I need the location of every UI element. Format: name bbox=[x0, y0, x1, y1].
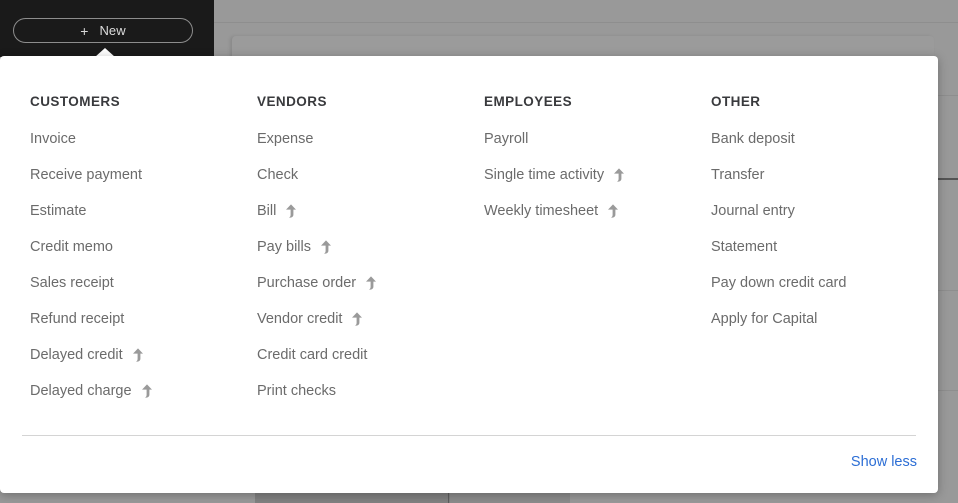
menu-item-label: Payroll bbox=[484, 131, 529, 147]
menu-item-label: Refund receipt bbox=[30, 311, 125, 327]
menu-item[interactable]: Check bbox=[257, 166, 298, 184]
menu-item-label: Receive payment bbox=[30, 167, 143, 183]
menu-item[interactable]: Journal entry bbox=[711, 202, 795, 220]
menu-item[interactable]: Receive payment bbox=[30, 166, 142, 184]
menu-item[interactable]: Refund receipt bbox=[30, 310, 124, 328]
background-band bbox=[450, 493, 570, 503]
arrow-up-icon bbox=[321, 240, 331, 254]
arrow-up-icon bbox=[132, 348, 143, 362]
menu-item[interactable]: Payroll bbox=[484, 130, 528, 148]
arrow-up-icon bbox=[614, 168, 625, 182]
menu-column-employees: EMPLOYEES Payroll Single time activity Week… bbox=[484, 94, 711, 418]
menu-item[interactable]: Bill bbox=[257, 202, 297, 220]
menu-item[interactable]: Delayed credit bbox=[30, 346, 144, 364]
menu-item-label: Sales receipt bbox=[30, 275, 114, 291]
menu-item[interactable]: Purchase order bbox=[257, 274, 377, 292]
column-heading-other: OTHER bbox=[711, 94, 761, 109]
new-button-label: New bbox=[99, 23, 126, 38]
menu-item-label: Apply for Capital bbox=[711, 311, 818, 327]
arrow-up-icon bbox=[141, 384, 152, 398]
menu-item-label: Weekly timesheet bbox=[484, 203, 599, 219]
menu-item-label: Credit card credit bbox=[257, 347, 368, 363]
menu-item-label: Journal entry bbox=[711, 203, 795, 219]
menu-item-label: Transfer bbox=[711, 167, 765, 183]
menu-column-vendors: VENDORS Expense Check Bill Pay bills Purchase… bbox=[257, 94, 484, 418]
menu-item-label: Invoice bbox=[30, 131, 76, 147]
background-rule bbox=[938, 390, 958, 391]
plus-icon: + bbox=[80, 22, 89, 39]
column-heading-vendors: VENDORS bbox=[257, 94, 327, 109]
menu-item-label: Print checks bbox=[257, 383, 336, 399]
menu-item[interactable]: Transfer bbox=[711, 166, 764, 184]
menu-item-label: Pay down credit card bbox=[711, 275, 847, 291]
arrow-up-icon bbox=[286, 204, 297, 218]
arrow-up-icon bbox=[352, 312, 363, 326]
menu-item-label: Delayed credit bbox=[30, 347, 123, 363]
menu-item-label: Statement bbox=[711, 239, 778, 255]
menu-item-label: Delayed charge bbox=[30, 383, 132, 399]
background-rule bbox=[938, 178, 958, 180]
menu-item[interactable]: Invoice bbox=[30, 130, 76, 148]
menu-item[interactable]: Bank deposit bbox=[711, 130, 795, 148]
menu-columns: CUSTOMERS Invoice Receive payment Estimate C… bbox=[0, 56, 938, 418]
menu-item[interactable]: Apply for Capital bbox=[711, 310, 817, 328]
menu-item[interactable]: Delayed charge bbox=[30, 382, 153, 400]
new-button[interactable]: + New bbox=[13, 18, 193, 43]
menu-item[interactable]: Expense bbox=[257, 130, 313, 148]
menu-item[interactable]: Estimate bbox=[30, 202, 86, 220]
menu-item[interactable]: Print checks bbox=[257, 382, 336, 400]
menu-item-label: Bill bbox=[257, 203, 277, 219]
column-heading-customers: CUSTOMERS bbox=[30, 94, 121, 109]
menu-item[interactable]: Weekly timesheet bbox=[484, 202, 619, 220]
background-rule bbox=[938, 290, 958, 291]
menu-item-label: Pay bills bbox=[257, 239, 311, 255]
menu-item-label: Expense bbox=[257, 131, 314, 147]
menu-item-label: Check bbox=[257, 167, 299, 183]
menu-item-label: Credit memo bbox=[30, 239, 113, 255]
menu-item[interactable]: Pay down credit card bbox=[711, 274, 846, 292]
menu-item-label: Estimate bbox=[30, 203, 87, 219]
new-menu-panel: CUSTOMERS Invoice Receive payment Estimate C… bbox=[0, 56, 938, 493]
menu-column-customers: CUSTOMERS Invoice Receive payment Estimate C… bbox=[30, 94, 257, 418]
menu-item[interactable]: Single time activity bbox=[484, 166, 625, 184]
menu-column-other: OTHER Bank deposit Transfer Journal entry St… bbox=[711, 94, 938, 418]
menu-item[interactable]: Sales receipt bbox=[30, 274, 114, 292]
app-screen: + New CUSTOMERS Invoice Receive payment Est… bbox=[0, 0, 958, 503]
menu-item-label: Vendor credit bbox=[257, 311, 343, 327]
menu-item-label: Single time activity bbox=[484, 167, 605, 183]
menu-item[interactable]: Credit card credit bbox=[257, 346, 367, 364]
menu-item[interactable]: Vendor credit bbox=[257, 310, 363, 328]
background-band bbox=[255, 493, 450, 503]
menu-item[interactable]: Credit memo bbox=[30, 238, 113, 256]
menu-item-label: Bank deposit bbox=[711, 131, 795, 147]
menu-item-label: Purchase order bbox=[257, 275, 357, 291]
arrow-up-icon bbox=[608, 204, 619, 218]
arrow-up-icon bbox=[366, 276, 377, 290]
column-heading-employees: EMPLOYEES bbox=[484, 94, 573, 109]
footer-divider bbox=[22, 435, 916, 436]
show-less-link[interactable]: Show less bbox=[851, 454, 917, 470]
menu-item[interactable]: Pay bills bbox=[257, 238, 332, 256]
menu-item[interactable]: Statement bbox=[711, 238, 777, 256]
